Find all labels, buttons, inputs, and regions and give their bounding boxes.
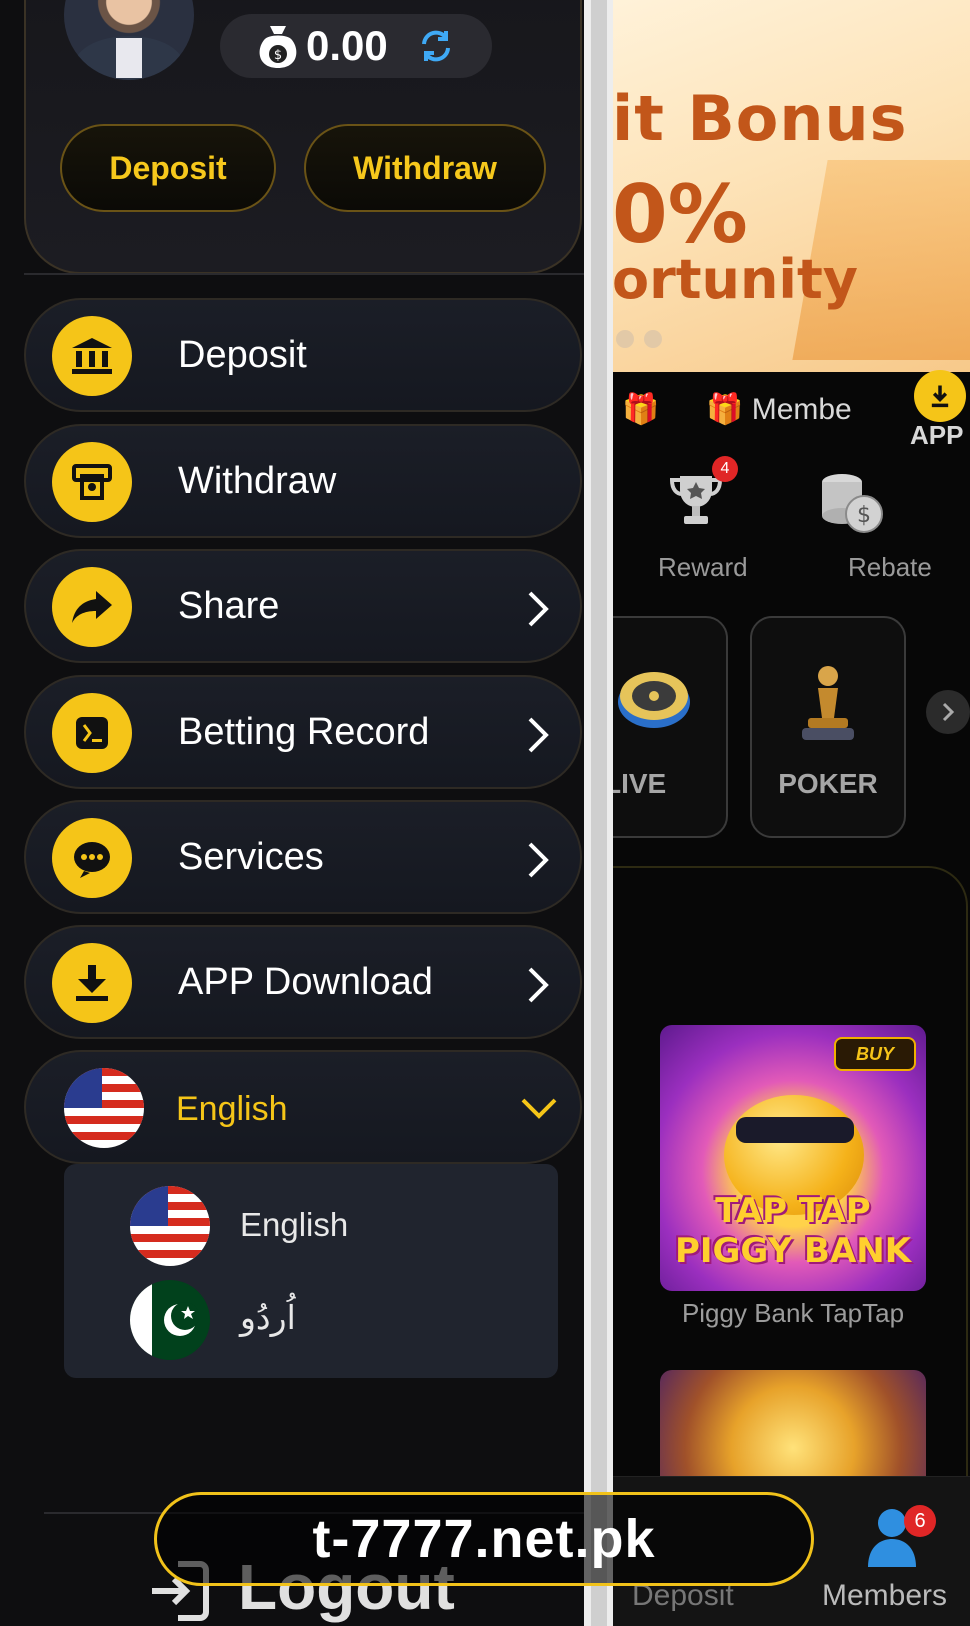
sunglasses-image: [736, 1117, 854, 1143]
category-poker[interactable]: POKER: [750, 616, 906, 838]
svg-text:$: $: [274, 48, 282, 63]
bank-icon: [52, 316, 132, 396]
app-download-icon[interactable]: [914, 370, 966, 422]
site-watermark: t-7777.net.pk: [154, 1492, 814, 1586]
withdraw-button[interactable]: Withdraw: [304, 124, 546, 212]
menu-item-label: Deposit: [178, 334, 307, 376]
language-option-urdu[interactable]: اُردُو: [240, 1298, 296, 1337]
menu-item-label: Share: [178, 585, 280, 627]
game-tile-piggy-bank[interactable]: BUY TAP TAP PIGGY BANK: [660, 1025, 926, 1291]
language-option-english[interactable]: English: [240, 1206, 348, 1244]
shortcut-rebate[interactable]: Rebate: [848, 552, 932, 583]
menu-item-label: Services: [178, 836, 324, 878]
tab-member[interactable]: 🎁 Membe: [706, 392, 852, 427]
banner-line-1: it Bonus: [612, 82, 908, 155]
chevron-right-icon: [528, 842, 549, 878]
panel-divider-inner: [591, 0, 607, 1626]
gift-icon: 🎁: [622, 393, 660, 426]
promo-banner[interactable]: it Bonus 0% ortunity: [612, 0, 970, 372]
game-name[interactable]: Piggy Bank TapTap: [660, 1298, 926, 1329]
language-dropdown: English اُردُو: [64, 1164, 558, 1378]
coins-icon[interactable]: $: [816, 468, 886, 538]
avatar[interactable]: [64, 0, 194, 80]
pakistan-flag-icon: [130, 1280, 210, 1360]
gift-icon: 🎁: [706, 393, 744, 426]
refresh-icon[interactable]: [416, 26, 456, 66]
download-icon: [52, 943, 132, 1023]
banner-pagination[interactable]: [616, 330, 672, 353]
us-flag-icon: [64, 1068, 144, 1148]
reward-badge: 4: [712, 456, 738, 482]
watermark-text: t-7777.net.pk: [312, 1509, 656, 1569]
wallet-balance: $ 0.00: [220, 14, 492, 78]
menu-item-label: Betting Record: [178, 711, 430, 753]
buy-tag: BUY: [834, 1037, 916, 1071]
menu-item-app-download[interactable]: APP Download: [24, 925, 582, 1039]
roulette-icon: [618, 672, 690, 728]
menu-item-services[interactable]: Services: [24, 800, 582, 914]
game-art-title: TAP TAP PIGGY BANK: [674, 1191, 912, 1271]
menu-item-withdraw[interactable]: Withdraw: [24, 424, 582, 538]
share-arrow-icon: [52, 567, 132, 647]
deposit-button[interactable]: Deposit: [60, 124, 276, 212]
menu-item-share[interactable]: Share: [24, 549, 582, 663]
side-drawer: $ 0.00 Deposit Withdraw Deposit Withdraw…: [0, 0, 584, 1626]
category-live[interactable]: LIVE: [612, 616, 728, 838]
chevron-right-icon: [528, 967, 549, 1003]
chevron-down-icon: [521, 1098, 557, 1119]
category-live-label: LIVE: [612, 768, 667, 799]
record-icon: [52, 693, 132, 773]
menu-item-deposit[interactable]: Deposit: [24, 298, 582, 412]
svg-text:$: $: [857, 503, 871, 528]
menu-item-label: APP Download: [178, 961, 433, 1003]
background-app: it Bonus 0% ortunity 🎁 🎁 Membe APP 4 Rew…: [612, 0, 970, 1626]
app-label: APP: [910, 420, 964, 450]
money-bag-icon: $: [259, 26, 297, 68]
shortcut-reward[interactable]: Reward: [658, 552, 748, 583]
language-selector[interactable]: English: [24, 1050, 582, 1164]
chess-pawn-icon: [802, 666, 854, 740]
balance-amount: 0.00: [306, 22, 388, 69]
chevron-right-icon: [528, 591, 549, 627]
headset-icon: [52, 818, 132, 898]
nav-members[interactable]: Members: [822, 1579, 947, 1613]
menu-item-label: Withdraw: [178, 460, 337, 502]
banner-line-3: ortunity: [612, 248, 858, 311]
atm-icon: [52, 442, 132, 522]
divider: [24, 273, 584, 275]
chevron-right-icon[interactable]: [926, 690, 970, 734]
members-badge: 6: [904, 1505, 936, 1537]
category-poker-label: POKER: [778, 768, 878, 799]
chevron-right-icon: [528, 717, 549, 753]
menu-item-betting-record[interactable]: Betting Record: [24, 675, 582, 789]
screen: it Bonus 0% ortunity 🎁 🎁 Membe APP 4 Rew…: [0, 0, 970, 1626]
language-selected-label: English: [176, 1090, 288, 1128]
us-flag-icon: [130, 1186, 210, 1266]
